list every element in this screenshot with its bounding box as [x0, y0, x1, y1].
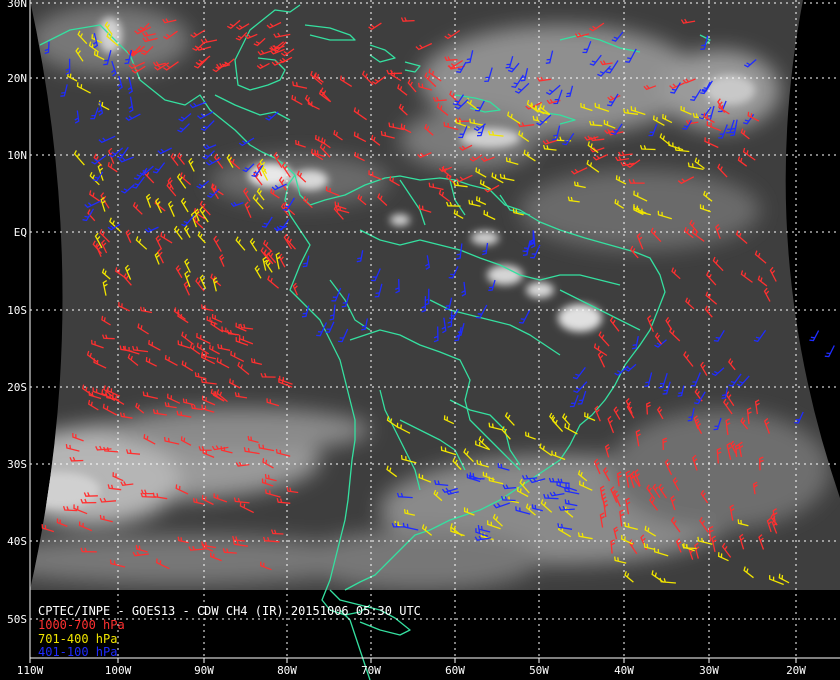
- lat-label-5: 20S: [7, 381, 27, 394]
- lat-label-7: 40S: [7, 535, 27, 548]
- legend-item-high-level: 401-100 hPa: [38, 645, 118, 659]
- lon-label-3: 80W: [277, 664, 297, 677]
- legend-item-mid-level: 701-400 hPa: [38, 632, 118, 646]
- image-caption: CPTEC/INPE - GOES13 - CDW CH4 (IR) 20151…: [38, 604, 421, 618]
- lat-label-2: 10N: [7, 149, 27, 162]
- lon-label-7: 40W: [614, 664, 634, 677]
- lon-label-1: 100W: [105, 664, 132, 677]
- lon-label-0: 110W: [17, 664, 44, 677]
- lon-label-5: 60W: [445, 664, 465, 677]
- lon-label-8: 30W: [699, 664, 719, 677]
- satellite-wind-map: 30N 20N 10N EQ 10S 20S 30S 40S 50S 110W 100W 90W 80…: [0, 0, 840, 680]
- lat-label-4: 10S: [7, 304, 27, 317]
- lon-label-9: 20W: [786, 664, 806, 677]
- lat-label-3: EQ: [14, 226, 27, 239]
- lat-label-1: 20N: [7, 72, 27, 85]
- lon-label-2: 90W: [194, 664, 214, 677]
- lat-label-8: 50S: [7, 613, 27, 626]
- lat-label-0: 30N: [7, 0, 27, 10]
- lon-label-6: 50W: [529, 664, 549, 677]
- lon-label-4: 70W: [361, 664, 381, 677]
- legend-item-low-level: 1000-700 hPa: [38, 618, 125, 632]
- lat-label-6: 30S: [7, 458, 27, 471]
